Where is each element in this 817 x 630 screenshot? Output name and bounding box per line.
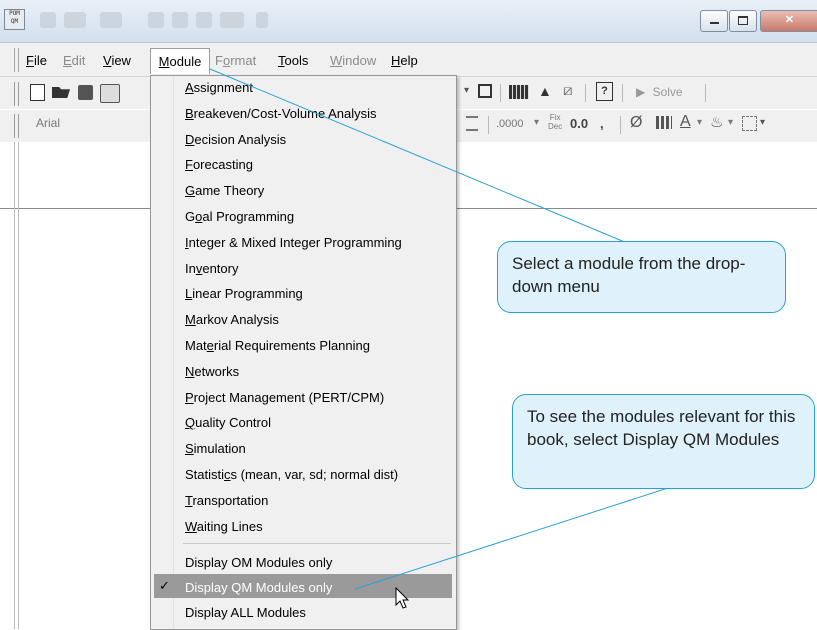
connector-module: [209, 68, 628, 244]
callout-select-module: Select a module from the drop-down menu: [497, 241, 786, 313]
mouse-cursor-icon: [395, 587, 410, 609]
callout-connectors: [209, 68, 669, 590]
callout-display-qm: To see the modules relevant for this boo…: [512, 394, 815, 489]
connector-display-qm: [354, 487, 669, 590]
